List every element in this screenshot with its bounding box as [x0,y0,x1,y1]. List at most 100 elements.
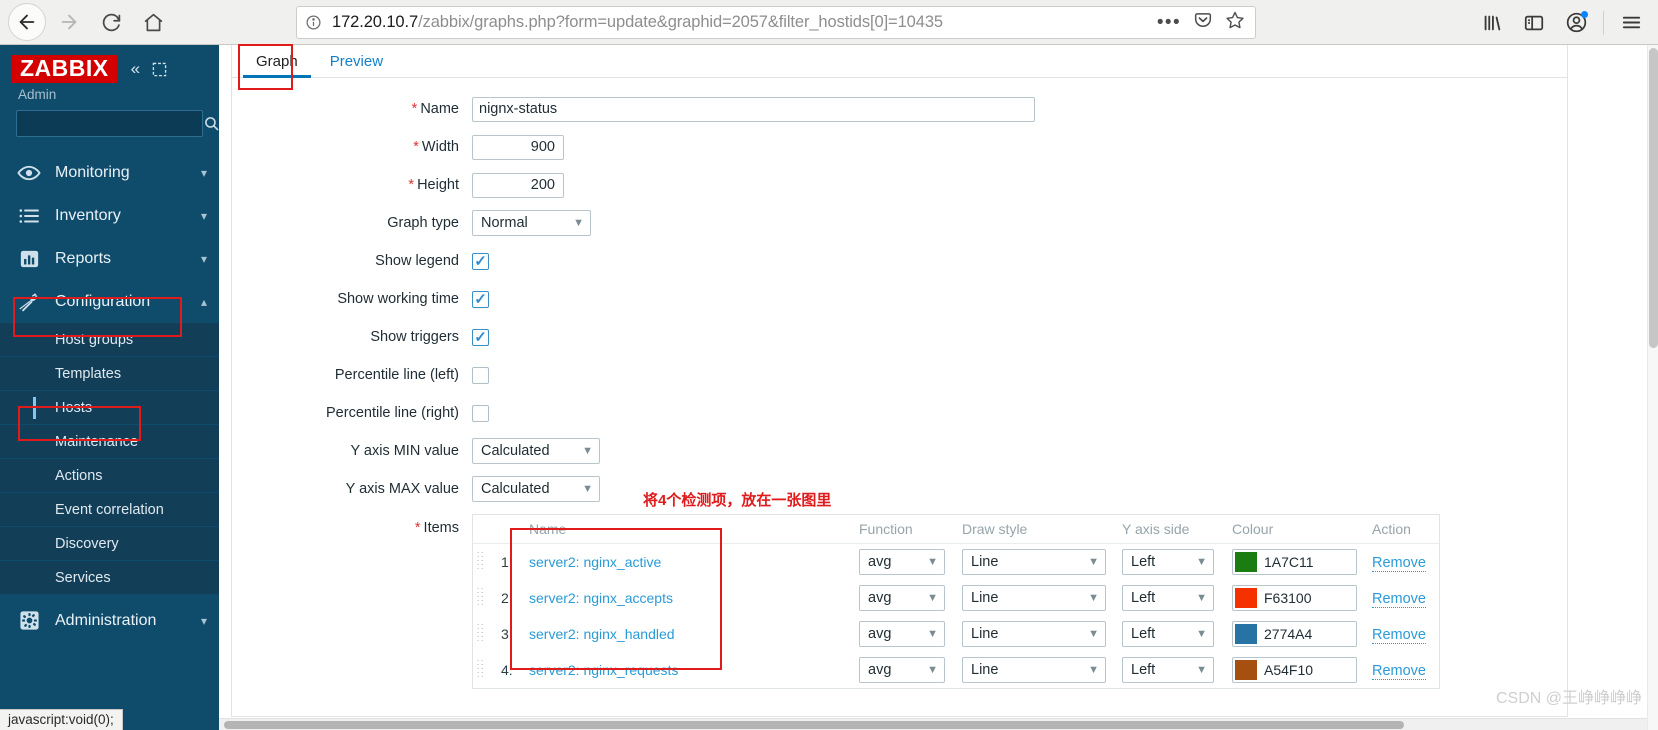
url-host: 172.20.10.7 [332,13,419,31]
drag-handle-icon[interactable]: ∷ ∷ ∷ ∷ [473,544,497,581]
name-input[interactable] [472,96,1035,122]
sidebar-item-administration[interactable]: Administration ▾ [0,599,219,642]
vertical-scrollbar[interactable] [1647,45,1658,730]
colour-input[interactable]: 1A7C11 [1232,549,1357,575]
library-icon[interactable] [1471,3,1513,43]
sidebar-subitem-templates[interactable]: Templates [0,357,219,391]
function-select[interactable]: avg ▼ [859,585,945,611]
function-select[interactable]: avg ▼ [859,549,945,575]
sidebar-subitem-hosts[interactable]: Hosts [0,391,219,425]
back-button[interactable] [8,3,46,41]
row-function-cell: avg ▼ [855,616,958,652]
item-link[interactable]: server2: nginx_requests [529,662,678,678]
tab-preview[interactable]: Preview [314,47,399,77]
y-axis-max-select[interactable]: Calculated ▼ [472,476,600,502]
height-input[interactable] [472,172,564,198]
configuration-submenu: Host groups Templates Hosts Maintenance … [0,323,219,595]
y-axis-side-select[interactable]: Left ▼ [1122,585,1214,611]
page-actions-icon[interactable]: ••• [1157,13,1181,32]
account-notification-dot [1581,10,1588,18]
colour-input[interactable]: A54F10 [1232,657,1357,683]
row-y-axis-side-cell: Left ▼ [1118,544,1228,581]
reload-button[interactable] [92,3,130,41]
tab-graph[interactable]: Graph [240,47,314,78]
horizontal-scrollbar-thumb[interactable] [224,721,1404,729]
item-link[interactable]: server2: nginx_accepts [529,590,673,606]
sidebar-subitem-host-groups[interactable]: Host groups [0,323,219,357]
account-icon[interactable] [1555,3,1597,43]
sidebar-subitem-actions[interactable]: Actions [0,459,219,493]
label-percentile-left: Percentile line (left) [334,367,459,383]
horizontal-scrollbar[interactable] [219,718,1647,730]
sidebar-search[interactable] [16,110,219,137]
table-row: ∷ ∷ ∷ ∷ 1: server2: nginx_active avg ▼ Line ▼… [473,544,1439,581]
row-colour-cell: 2774A4 [1228,616,1368,652]
y-axis-side-select[interactable]: Left ▼ [1122,657,1214,683]
y-axis-side-select[interactable]: Left ▼ [1122,549,1214,575]
y-axis-min-select[interactable]: Calculated ▼ [472,438,600,464]
wrench-icon [16,290,42,314]
colour-swatch[interactable] [1235,552,1257,572]
required-asterisk: * [408,177,415,193]
url-text[interactable]: 172.20.10.7/zabbix/graphs.php?form=updat… [332,13,1157,32]
item-link[interactable]: server2: nginx_handled [529,626,675,642]
function-select[interactable]: avg ▼ [859,621,945,647]
sidebar-toggle-icon[interactable] [1513,3,1555,43]
drag-handle-icon[interactable]: ∷ ∷ ∷ ∷ [473,652,497,688]
percentile-left-checkbox[interactable] [472,366,489,384]
colour-swatch[interactable] [1235,624,1257,644]
sidebar-item-reports[interactable]: Reports ▾ [0,237,219,280]
draw-style-select[interactable]: Line ▼ [962,585,1106,611]
search-input[interactable] [23,115,203,132]
collapse-sidebar-icon[interactable]: « [131,59,140,79]
y-axis-side-value: Left [1131,662,1156,678]
sidebar-subitem-services[interactable]: Services [0,561,219,595]
item-link[interactable]: server2: nginx_active [529,554,661,570]
bookmark-star-icon[interactable] [1225,10,1245,35]
label-graph-type: Graph type [387,215,459,231]
vertical-scrollbar-thumb[interactable] [1649,48,1658,348]
function-select[interactable]: avg ▼ [859,657,945,683]
drag-handle-icon[interactable]: ∷ ∷ ∷ ∷ [473,616,497,652]
width-input[interactable] [472,134,564,160]
show-working-time-checkbox[interactable]: ✓ [472,290,489,308]
remove-button[interactable]: Remove [1372,590,1426,608]
remove-button[interactable]: Remove [1372,554,1426,572]
percentile-right-checkbox[interactable] [472,404,489,422]
show-legend-checkbox[interactable]: ✓ [472,252,489,270]
draw-style-select[interactable]: Line ▼ [962,657,1106,683]
forward-button[interactable] [50,3,88,41]
hamburger-menu-icon[interactable] [1610,3,1652,43]
hide-sidebar-icon[interactable] [152,62,167,77]
y-axis-side-select[interactable]: Left ▼ [1122,621,1214,647]
search-icon[interactable] [203,115,220,132]
drag-handle-icon[interactable]: ∷ ∷ ∷ ∷ [473,580,497,616]
colour-input[interactable]: 2774A4 [1232,621,1357,647]
address-bar[interactable]: 172.20.10.7/zabbix/graphs.php?form=updat… [296,6,1256,39]
colour-input[interactable]: F63100 [1232,585,1357,611]
show-triggers-checkbox[interactable]: ✓ [472,328,489,346]
sidebar-item-monitoring[interactable]: Monitoring ▾ [0,151,219,194]
sidebar-subitem-event-correlation[interactable]: Event correlation [0,493,219,527]
sidebar-item-inventory[interactable]: Inventory ▾ [0,194,219,237]
sidebar-subitem-maintenance[interactable]: Maintenance [0,425,219,459]
remove-button[interactable]: Remove [1372,662,1426,680]
label-y-axis-min: Y axis MIN value [350,443,459,459]
site-info-icon[interactable] [305,14,322,31]
graph-type-select[interactable]: Normal ▼ [472,210,591,236]
row-colour-cell: 1A7C11 [1228,544,1368,581]
draw-style-select[interactable]: Line ▼ [962,621,1106,647]
row-name-cell: server2: nginx_handled [525,616,855,652]
sidebar-subitem-discovery[interactable]: Discovery [0,527,219,561]
draw-style-select[interactable]: Line ▼ [962,549,1106,575]
home-button[interactable] [134,3,172,41]
sidebar-item-configuration[interactable]: Configuration ▴ [0,280,219,323]
colour-swatch[interactable] [1235,660,1257,680]
remove-button[interactable]: Remove [1372,626,1426,644]
th-function: Function [855,515,958,544]
colour-swatch[interactable] [1235,588,1257,608]
url-path: /zabbix/graphs.php?form=update&graphid=2… [418,13,943,31]
zabbix-logo[interactable]: ZABBIX [12,54,117,84]
check-icon: ✓ [474,328,487,346]
pocket-icon[interactable] [1193,10,1213,35]
